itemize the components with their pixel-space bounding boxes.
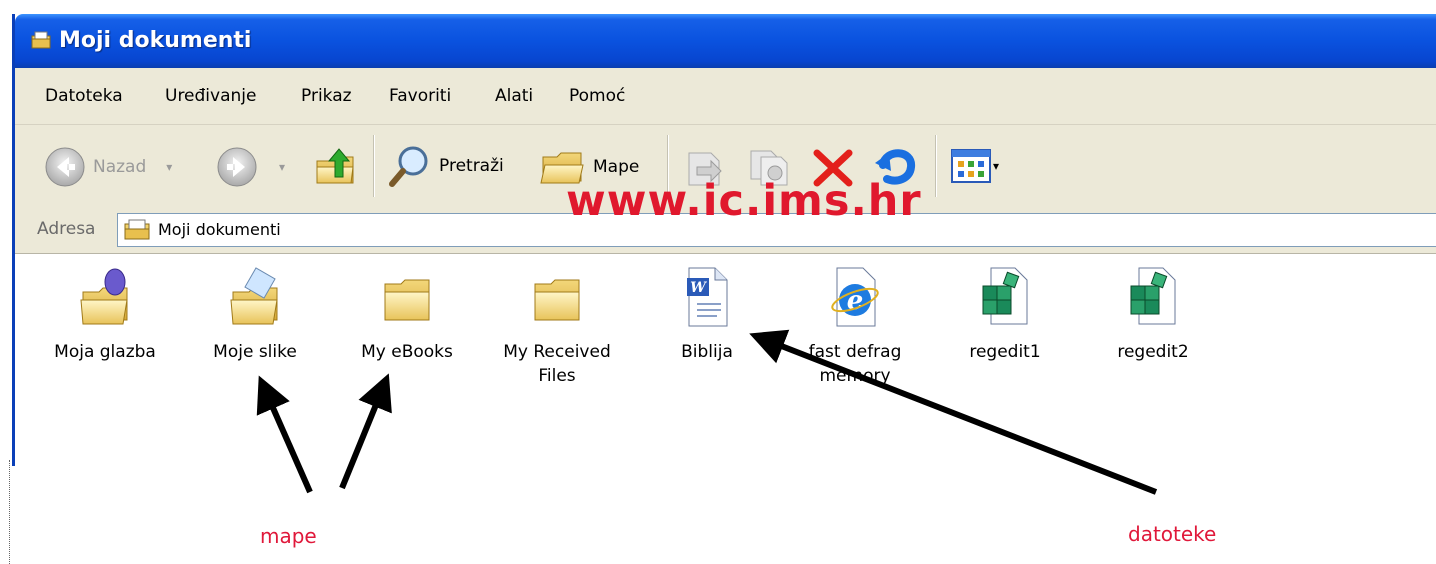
arrow-to-moje-slike: [256, 375, 313, 494]
annotation-mape: mape: [260, 524, 317, 548]
annotation-arrows: [256, 329, 1158, 495]
arrow-to-biblija: [749, 329, 1158, 495]
annotation-datoteke: datoteke: [1128, 522, 1217, 546]
arrow-to-my-ebooks: [339, 373, 392, 490]
